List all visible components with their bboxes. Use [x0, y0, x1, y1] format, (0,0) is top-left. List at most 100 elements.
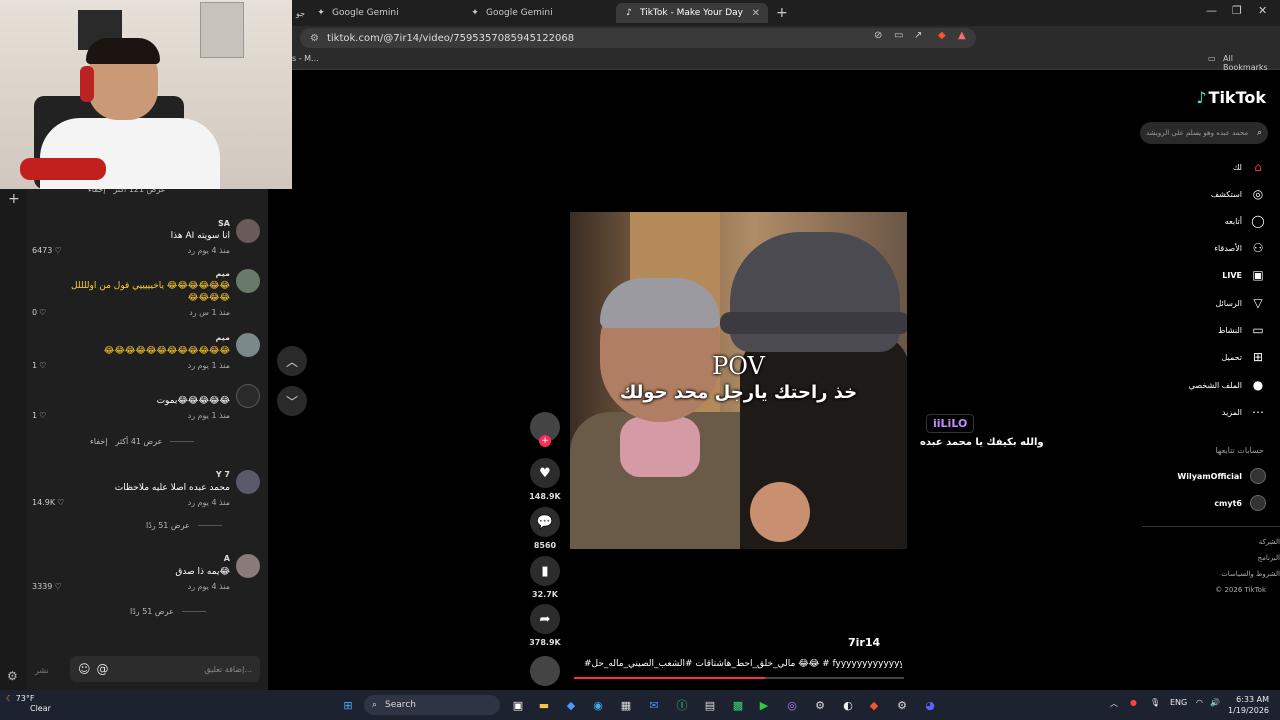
comment-likes[interactable]: 0 ♡ — [32, 308, 46, 317]
close-tab-icon[interactable]: ✕ — [752, 8, 760, 19]
comment-thread-controls[interactable]: عرض 51 ردًا — [146, 521, 222, 530]
footer-link[interactable]: البرنامج — [1258, 554, 1280, 562]
prev-video-button[interactable]: ︿ — [277, 346, 307, 376]
tab-partial[interactable]: جو — [296, 3, 308, 23]
app-icon[interactable]: ◐ — [840, 697, 856, 713]
like-button[interactable]: ♥ 148.9K — [529, 458, 561, 501]
emoji-icon[interactable]: ☺ — [78, 662, 91, 676]
share-button[interactable]: ➦ 378.9K — [529, 604, 561, 647]
footer-link[interactable]: الشروط والسياسات — [1221, 570, 1280, 578]
maximize-button[interactable]: ❐ — [1232, 4, 1242, 17]
comment-meta[interactable]: منذ 1 يوم رد — [188, 361, 230, 370]
tiktok-logo[interactable]: ♪ TikTok — [1196, 88, 1266, 107]
discord-icon[interactable]: ◕ — [922, 697, 938, 713]
file-explorer-icon[interactable]: ▬ — [536, 697, 552, 713]
comment-likes[interactable]: 1 ♡ — [32, 361, 46, 370]
tab-gemini-2[interactable]: ✦ Google Gemini — [462, 3, 612, 23]
play-icon[interactable]: ▶ — [756, 697, 772, 713]
author-avatar-button[interactable]: + — [529, 412, 561, 447]
app-icon[interactable]: ▩ — [730, 697, 746, 713]
comment-meta[interactable]: منذ 1 س رد — [189, 308, 230, 317]
comment-input[interactable]: ☺ @ إضافة تعليق... — [70, 656, 260, 682]
nav-messages[interactable]: الرسائل ▽ — [1216, 295, 1267, 311]
comment-button[interactable]: 💬 8560 — [529, 507, 561, 550]
show-more-replies[interactable]: عرض 41 أكثر — [115, 437, 162, 446]
language-indicator[interactable]: ENG — [1170, 698, 1187, 707]
comment-likes[interactable]: 14.9K ♡ — [32, 498, 64, 507]
task-view-icon[interactable]: ▣ — [510, 697, 526, 713]
new-tab-button[interactable]: + — [776, 5, 788, 21]
brave-shield-icon[interactable]: ◆ — [938, 30, 946, 41]
comment-author[interactable]: SA — [218, 219, 230, 228]
search-icon[interactable]: ⌕ — [1257, 128, 1262, 138]
rewards-icon[interactable]: ▲ — [958, 30, 966, 41]
clock[interactable]: 6:33 AM 1/19/2026 — [1228, 694, 1269, 716]
nav-friends[interactable]: الأصدقاء ⚇ — [1214, 240, 1266, 256]
comment-author[interactable]: ميم — [216, 333, 231, 342]
avatar[interactable] — [236, 269, 260, 293]
following-account[interactable]: WilyamOfficial — [1177, 468, 1266, 484]
no-track-icon[interactable]: ⊘ — [874, 30, 882, 41]
comment-author[interactable]: A — [224, 554, 230, 563]
close-window-button[interactable]: ✕ — [1258, 4, 1267, 17]
tab-gemini-1[interactable]: ✦ Google Gemini — [308, 3, 458, 23]
wifi-icon[interactable]: ◠ — [1196, 698, 1203, 707]
app-icon[interactable]: ◆ — [563, 697, 579, 713]
comment-author[interactable]: ميم — [216, 269, 231, 278]
nav-more[interactable]: المزيد ⋯ — [1222, 404, 1266, 420]
nav-explore[interactable]: استكشف ◎ — [1211, 186, 1266, 202]
volume-icon[interactable]: 🔊 — [1210, 698, 1220, 707]
comment-meta[interactable]: منذ 4 يوم رد — [188, 498, 230, 507]
settings-icon[interactable]: ⚙ — [894, 697, 910, 713]
mention-icon[interactable]: @ — [97, 662, 109, 676]
edge-icon[interactable]: ◉ — [590, 697, 606, 713]
comment-likes[interactable]: 6473 ♡ — [32, 246, 62, 255]
search-input[interactable]: محمد عبده وهو يسلم على الرويشد ⌕ — [1140, 122, 1268, 144]
video-author[interactable]: 7ir14 — [848, 636, 880, 649]
next-video-button[interactable]: ﹀ — [277, 386, 307, 416]
gear-icon[interactable]: ⚙ — [7, 669, 18, 683]
post-button[interactable]: نشر — [35, 666, 49, 675]
comment-author[interactable]: Y 7 — [216, 470, 230, 479]
store-icon[interactable]: ▦ — [618, 697, 634, 713]
bookmark-item[interactable]: s - M... — [292, 54, 319, 63]
nav-following[interactable]: أتابعه ◯ — [1225, 213, 1266, 229]
avatar[interactable] — [236, 219, 260, 243]
avatar[interactable] — [236, 384, 260, 408]
video-player[interactable]: POV خذ راحتك يارجل محد حولك — [570, 212, 907, 549]
cast-icon[interactable]: ▭ — [894, 30, 903, 41]
following-account[interactable]: cmyt6 — [1214, 495, 1266, 511]
app-icon[interactable]: ◎ — [784, 697, 800, 713]
show-more-replies[interactable]: عرض 51 ردًا — [130, 607, 174, 616]
brave-icon[interactable]: ◆ — [866, 697, 882, 713]
comment-meta[interactable]: منذ 4 يوم رد — [188, 582, 230, 591]
footer-link[interactable]: الشركة — [1259, 538, 1280, 546]
weather-widget[interactable]: ☾ 73°F Clear — [6, 694, 51, 714]
comment-meta[interactable]: منذ 1 يوم رد — [188, 411, 230, 420]
steam-icon[interactable]: ⚙ — [812, 697, 828, 713]
mail-icon[interactable]: ✉ — [646, 697, 662, 713]
save-button[interactable]: ▮ 32.7K — [529, 556, 561, 599]
nav-activity[interactable]: النشاط ▭ — [1218, 322, 1266, 338]
nav-for-you[interactable]: لك ⌂ — [1233, 159, 1266, 175]
add-icon[interactable]: + — [8, 191, 20, 207]
tab-tiktok[interactable]: ♪ TikTok - Make Your Day ✕ — [616, 3, 768, 23]
nav-upload[interactable]: تحميل ⊞ — [1222, 349, 1267, 365]
comment-meta[interactable]: منذ 4 يوم رد — [188, 246, 230, 255]
avatar[interactable] — [236, 333, 260, 357]
site-settings-icon[interactable]: ⚙ — [310, 33, 319, 44]
video-progress-bar[interactable] — [574, 677, 904, 679]
start-icon[interactable]: ⊞ — [340, 697, 356, 713]
show-more-replies[interactable]: عرض 51 ردًا — [146, 521, 190, 530]
music-disc-button[interactable] — [529, 656, 561, 686]
nav-profile[interactable]: الملف الشخصي ● — [1189, 377, 1266, 393]
tray-chevron-icon[interactable]: ︿ — [1110, 698, 1118, 709]
share-icon[interactable]: ↗ — [914, 30, 922, 41]
follow-plus-icon[interactable]: + — [539, 435, 551, 447]
microphone-icon[interactable]: 🎙 — [1150, 698, 1160, 707]
tray-app-icon[interactable]: ● — [1130, 698, 1137, 707]
comment-thread-controls[interactable]: عرض 51 ردًا — [130, 607, 206, 616]
avatar[interactable] — [236, 554, 260, 578]
taskbar-search[interactable]: ⌕ Search — [364, 695, 500, 715]
comment-likes[interactable]: 3339 ♡ — [32, 582, 62, 591]
